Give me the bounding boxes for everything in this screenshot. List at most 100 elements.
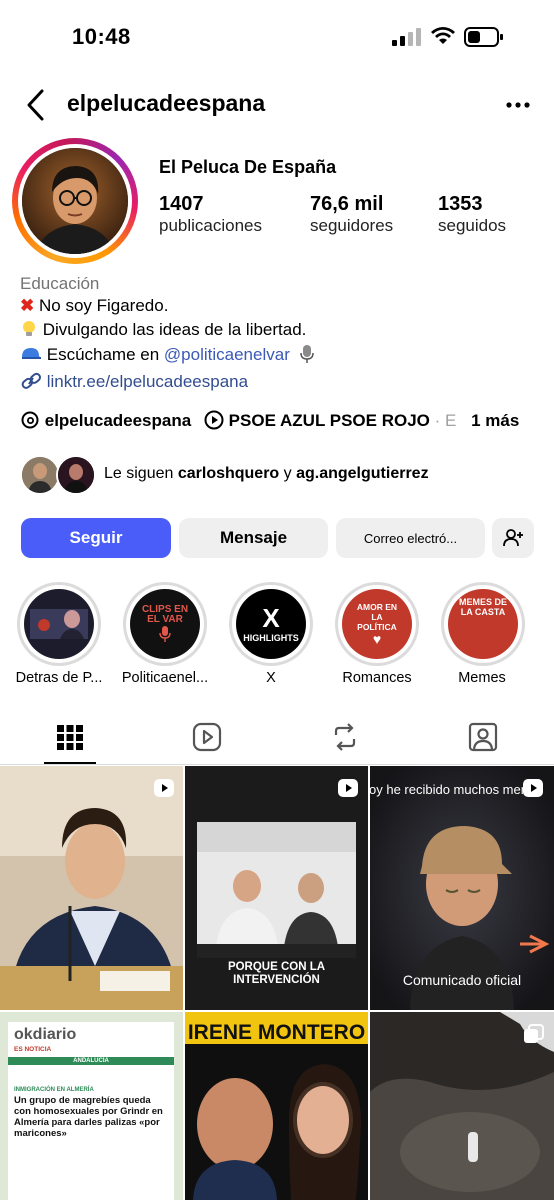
profile-avatar-ring[interactable]	[12, 138, 138, 264]
bio-line-2-text: Divulgando las ideas de la libertad.	[42, 320, 307, 339]
carousel-icon	[524, 1024, 544, 1043]
bio-external-link[interactable]: linktr.ee/elpelucadeespana	[47, 372, 248, 391]
highlight-cover-text: AMOR EN LA POLÍTICA	[356, 602, 398, 632]
highlight-cover	[24, 589, 94, 659]
cross-mark-icon: ✖	[20, 296, 35, 315]
post-thumbnail[interactable]: okdiario ES NOTICIA ANDALUCÍA INMIGRACIÓ…	[0, 1012, 183, 1200]
followed-by-prefix: Le siguen	[104, 465, 178, 482]
post-image	[0, 766, 183, 1010]
followed-by-user-2[interactable]: ag.angelgutierrez	[296, 465, 428, 482]
message-button[interactable]: Mensaje	[179, 518, 328, 558]
bio-link-row[interactable]: linktr.ee/elpelucadeespana	[20, 372, 248, 392]
avatar	[22, 148, 128, 254]
active-tab-indicator	[44, 762, 96, 764]
article-headline: Un grupo de magrebíes queda con homosexu…	[14, 1095, 163, 1139]
threads-handle[interactable]: elpelucadeespana	[45, 411, 191, 430]
highlight-1[interactable]: CLIPS EN EL VAR	[123, 582, 207, 666]
link-icon	[20, 372, 42, 390]
threads-row: elpelucadeespana PSOE AZUL PSOE ROJO · E…	[20, 410, 519, 431]
more-link[interactable]: 1 más	[471, 411, 519, 430]
highlight-cover: MEMES DE LA CASTA	[448, 589, 518, 659]
highlight-4[interactable]: MEMES DE LA CASTA	[441, 582, 525, 666]
wifi-icon	[431, 27, 455, 44]
bio-mention-link[interactable]: @politicaenelvar	[164, 345, 290, 364]
highlight-cover: AMOR EN LA POLÍTICA ♥	[342, 589, 412, 659]
microphone-icon	[159, 626, 171, 642]
highlight-label: Detras de P...	[15, 670, 103, 686]
tabs-divider	[0, 764, 554, 765]
signal-icon	[392, 28, 421, 46]
post-thumbnail[interactable]	[0, 766, 183, 1010]
followed-by-connector: y	[279, 465, 297, 482]
reposts-tab-icon[interactable]	[330, 720, 360, 754]
article-kicker: INMIGRACIÓN EN ALMERÍA	[14, 1087, 94, 1093]
highlight-cover-text: CLIPS EN EL VAR	[141, 604, 189, 625]
music-more: · E	[434, 411, 457, 430]
bio-line-1-text: No soy Figaredo.	[38, 296, 169, 315]
followed-by-text[interactable]: Le siguen carloshquero y ag.angelgutierr…	[104, 465, 429, 483]
highlight-label: Politicaenel...	[121, 670, 209, 686]
article-section: ES NOTICIA	[14, 1046, 52, 1053]
highlight-label: Romances	[342, 670, 412, 686]
highlight-cover-text: MEMES DE LA CASTA	[459, 597, 508, 617]
bio-line-3-text: Escúchame en	[46, 345, 164, 364]
highlight-cover: X HIGHLIGHTS	[236, 589, 306, 659]
reel-icon	[338, 779, 358, 797]
highlight-label: X	[266, 670, 276, 686]
post-thumbnail[interactable]: PORQUE CON LA INTERVENCIÓN	[185, 766, 368, 1010]
stat-posts-label: publicaciones	[159, 216, 263, 235]
avatar	[20, 455, 60, 495]
music-title[interactable]: PSOE AZUL PSOE ROJO	[229, 411, 430, 430]
stat-following-label: seguidos	[438, 216, 507, 235]
highlight-label: Memes	[458, 670, 506, 686]
avatar	[56, 455, 96, 495]
status-time: 10:48	[72, 24, 131, 49]
bio-line-2: Divulgando las ideas de la libertad.	[20, 320, 306, 340]
stat-followers-value: 76,6 mil	[310, 193, 384, 215]
post-title: IRENE MONTERO	[187, 1021, 366, 1044]
grid-tab-icon[interactable]	[55, 720, 85, 754]
profile-category: Educación	[20, 274, 100, 293]
cap-icon	[20, 345, 42, 363]
reel-icon	[154, 779, 174, 797]
post-caption: PORQUE CON LA INTERVENCIÓN	[227, 961, 326, 986]
threads-icon[interactable]	[20, 410, 40, 430]
battery-icon	[464, 27, 503, 47]
reels-tab-icon[interactable]	[192, 720, 222, 754]
bio-line-1: ✖ No soy Figaredo.	[20, 296, 168, 316]
add-person-icon	[503, 529, 523, 547]
email-button[interactable]: Correo electró...	[336, 518, 485, 558]
stat-following-value: 1353	[438, 193, 483, 215]
highlight-cover: CLIPS EN EL VAR	[130, 589, 200, 659]
post-thumbnail[interactable]	[370, 1012, 554, 1200]
highlight-3[interactable]: AMOR EN LA POLÍTICA ♥	[335, 582, 419, 666]
stat-posts-value: 1407	[159, 193, 204, 215]
stat-posts[interactable]: 1407 publicaciones	[159, 193, 262, 236]
highlight-0[interactable]	[17, 582, 101, 666]
profile-full-name: El Peluca De España	[159, 157, 337, 177]
stat-followers-label: seguidores	[310, 216, 394, 235]
microphone-icon	[299, 344, 315, 364]
carousel-icon	[154, 1024, 174, 1043]
heart-icon: ♥	[372, 631, 382, 647]
more-options-icon[interactable]	[505, 95, 531, 115]
highlight-2[interactable]: X HIGHLIGHTS	[229, 582, 313, 666]
back-icon[interactable]	[24, 88, 48, 122]
post-thumbnail[interactable]: oy he recibido muchos men Comunicado ofi…	[370, 766, 554, 1010]
post-caption: Comunicado oficial	[402, 972, 522, 988]
reel-icon	[523, 779, 543, 797]
post-thumbnail[interactable]: IRENE MONTERO	[185, 1012, 368, 1200]
article-brand: okdiario	[14, 1026, 77, 1043]
play-circle-icon[interactable]	[204, 410, 224, 430]
suggest-people-button[interactable]	[492, 518, 534, 558]
stat-following[interactable]: 1353 seguidos	[438, 193, 506, 236]
tagged-tab-icon[interactable]	[468, 720, 498, 754]
bio-line-3: Escúchame en @politicaenelvar	[20, 344, 315, 365]
followed-by-user-1[interactable]: carloshquero	[178, 465, 279, 482]
x-logo-icon: X	[262, 603, 280, 633]
light-bulb-icon	[20, 320, 38, 338]
highlight-cover-text: HIGHLIGHTS	[243, 633, 299, 643]
stat-followers[interactable]: 76,6 mil seguidores	[310, 193, 393, 236]
follow-button[interactable]: Seguir	[21, 518, 171, 558]
header-username: elpelucadeespana	[67, 90, 266, 116]
